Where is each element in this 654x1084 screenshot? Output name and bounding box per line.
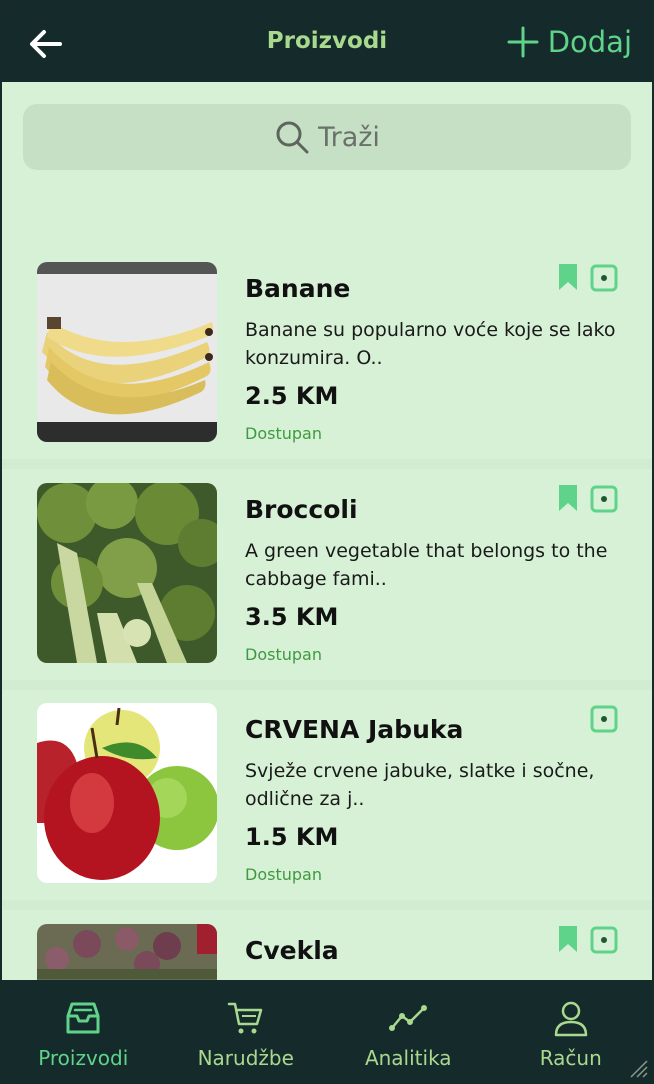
bookmark-icon[interactable] (558, 484, 578, 512)
search-input[interactable]: Traži (23, 104, 631, 170)
add-button[interactable]: Dodaj (506, 22, 632, 62)
nav-label: Račun (539, 1046, 602, 1070)
bookmark-icon[interactable] (558, 925, 578, 953)
apples-image (37, 703, 217, 883)
user-icon (554, 1001, 587, 1037)
product-image (37, 703, 217, 883)
top-bar: Proizvodi Dodaj (2, 2, 652, 82)
product-status: Dostupan (245, 424, 322, 443)
product-price: 3.5 KM (245, 603, 339, 631)
search-icon (276, 121, 309, 154)
nav-label: Analitika (364, 1046, 452, 1070)
product-description: Svježe crvene jabuke, slatke i sočne, od… (245, 760, 595, 810)
nav-label: Narudžbe (197, 1046, 294, 1070)
plus-icon (507, 26, 539, 58)
add-button-label: Dodaj (547, 25, 632, 59)
product-card[interactable]: Banane Banane su popularno voće koje se … (2, 244, 652, 454)
product-price: 2.5 KM (245, 382, 339, 410)
select-checkbox[interactable] (590, 264, 618, 292)
broccoli-image (37, 483, 217, 663)
product-description: Banane su popularno voće koje se lako ko… (245, 319, 616, 369)
product-name: CRVENA Jabuka (245, 715, 464, 744)
product-description: A green vegetable that belongs to the ca… (245, 540, 608, 590)
search-placeholder: Traži (318, 121, 380, 153)
product-name: Broccoli (245, 495, 358, 524)
select-checkbox[interactable] (590, 485, 618, 513)
nav-label: Proizvodi (38, 1046, 129, 1070)
bananas-image (37, 262, 217, 442)
analytics-icon (389, 1005, 428, 1031)
product-price: 1.5 KM (245, 823, 339, 851)
product-card[interactable]: CRVENA Jabuka Svježe crvene jabuke, slat… (2, 685, 652, 895)
product-name: Banane (245, 274, 351, 303)
resize-grip-icon[interactable] (626, 1056, 648, 1078)
cart-icon (227, 1002, 262, 1034)
product-image (37, 262, 217, 442)
product-name: Cvekla (245, 936, 339, 965)
product-status: Dostupan (245, 645, 322, 664)
select-checkbox[interactable] (590, 926, 618, 954)
nav-item-proizvodi[interactable]: Proizvodi (2, 980, 165, 1082)
select-checkbox[interactable] (590, 705, 618, 733)
inbox-icon (66, 1002, 100, 1034)
nav-item-narudzbe[interactable]: Narudžbe (165, 980, 328, 1082)
product-status: Dostupan (245, 865, 322, 884)
bookmark-icon[interactable] (558, 263, 578, 291)
app-frame: Proizvodi Dodaj Traži Banane Banane su p… (2, 2, 652, 1082)
nav-item-analitika[interactable]: Analitika (327, 980, 490, 1082)
product-card[interactable]: Broccoli A green vegetable that belongs … (2, 465, 652, 675)
product-image (37, 483, 217, 663)
bottom-nav: Proizvodi Narudžbe Analitika Račun (2, 980, 652, 1082)
